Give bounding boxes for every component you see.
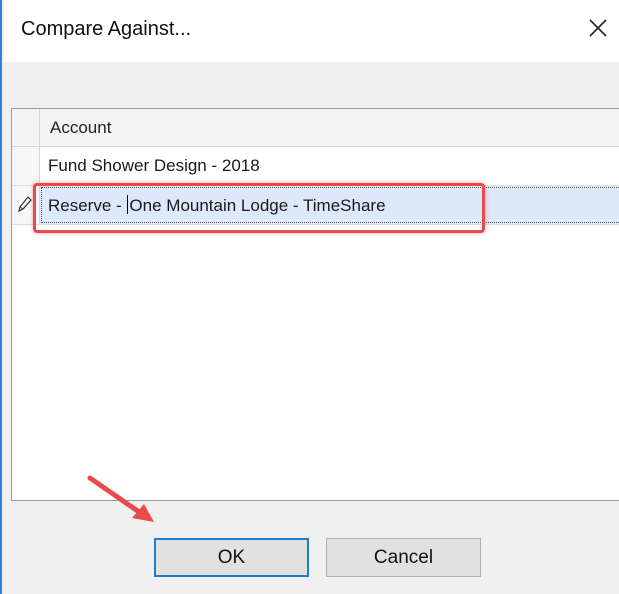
pencil-icon xyxy=(18,196,32,212)
accounts-grid[interactable]: Account Fund Shower Design - 2018 Reserv… xyxy=(11,108,619,501)
close-icon xyxy=(589,19,607,37)
ok-button[interactable]: OK xyxy=(154,538,309,577)
account-text-after-caret: One Mountain Lodge - TimeShare xyxy=(129,196,386,215)
close-button[interactable] xyxy=(582,12,614,44)
row-selector[interactable] xyxy=(12,147,40,185)
table-row[interactable]: Fund Shower Design - 2018 xyxy=(12,147,619,186)
header-row-selector xyxy=(12,109,40,147)
grid-header: Account xyxy=(12,109,619,147)
table-row-editing[interactable]: Reserve - One Mountain Lodge - TimeShare xyxy=(12,186,619,225)
dialog-title: Compare Against... xyxy=(21,18,192,40)
cancel-button[interactable]: Cancel xyxy=(326,538,481,577)
column-header-account[interactable]: Account xyxy=(50,118,111,138)
account-text-before-caret: Reserve - xyxy=(48,196,127,215)
account-cell-input[interactable]: Reserve - One Mountain Lodge - TimeShare xyxy=(48,195,386,216)
compare-against-dialog: Compare Against... Account Fund Shower D… xyxy=(0,0,619,594)
row-selector[interactable] xyxy=(12,186,40,224)
title-bar: Compare Against... xyxy=(4,0,619,62)
account-cell[interactable]: Fund Shower Design - 2018 xyxy=(48,156,260,176)
